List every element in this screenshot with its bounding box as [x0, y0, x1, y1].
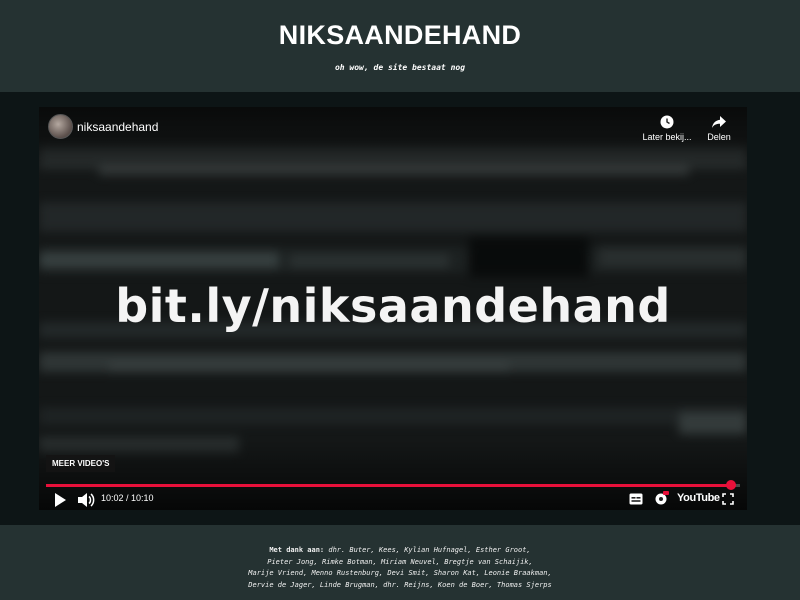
- more-videos-button[interactable]: MEER VIDEO'S: [46, 455, 116, 472]
- play-icon[interactable]: [53, 492, 67, 508]
- progress-bar[interactable]: [46, 480, 740, 490]
- channel-name[interactable]: niksaandehand: [77, 120, 158, 134]
- site-footer: Met dank aan: dhr. Buter, Kees, Kylian H…: [0, 525, 800, 600]
- watch-later-label: Later bekij...: [642, 132, 692, 142]
- credits-line: Marije Vriend, Menno Rustenburg, Devi Sm…: [248, 569, 552, 577]
- fullscreen-icon[interactable]: [722, 493, 734, 505]
- credits: Met dank aan: dhr. Buter, Kees, Kylian H…: [210, 545, 590, 591]
- site-title: NIKSAANDEHAND: [278, 20, 522, 50]
- share-label: Delen: [707, 132, 731, 142]
- site-header: NIKSAANDEHAND oh wow, de site bestaat no…: [0, 0, 800, 92]
- progress-fill: [46, 484, 731, 487]
- credits-lead: Met dank aan:: [269, 546, 325, 554]
- channel-avatar[interactable]: [48, 114, 73, 139]
- clock-icon: [660, 115, 674, 129]
- credits-line: Dervie de Jager, Linde Brugman, dhr. Rei…: [248, 580, 552, 589]
- credits-line: Met dank aan: dhr. Buter, Kees, Kylian H…: [210, 545, 590, 557]
- youtube-logo[interactable]: YouTube: [677, 492, 720, 504]
- share-button[interactable]: Delen: [703, 115, 735, 142]
- volume-icon[interactable]: [77, 492, 95, 508]
- progress-scrubber[interactable]: [725, 480, 736, 490]
- site-subtitle: oh wow, de site bestaat nog: [334, 63, 466, 72]
- video-overlay-text: bit.ly/niksaandehand: [115, 279, 671, 333]
- watch-later-button[interactable]: Later bekij...: [637, 115, 697, 142]
- time-display: 10:02 / 10:10: [101, 493, 154, 503]
- subtitles-icon[interactable]: [629, 493, 643, 505]
- credits-line: Pieter Jong, Rimke Botman, Miriam Neuvel…: [267, 557, 533, 566]
- credits-text: dhr. Buter, Kees, Kylian Hufnagel, Esthe…: [328, 546, 531, 554]
- video-player[interactable]: bit.ly/niksaandehand niksaandehand Later…: [39, 107, 747, 510]
- settings-icon[interactable]: [654, 491, 669, 506]
- share-icon: [712, 116, 726, 128]
